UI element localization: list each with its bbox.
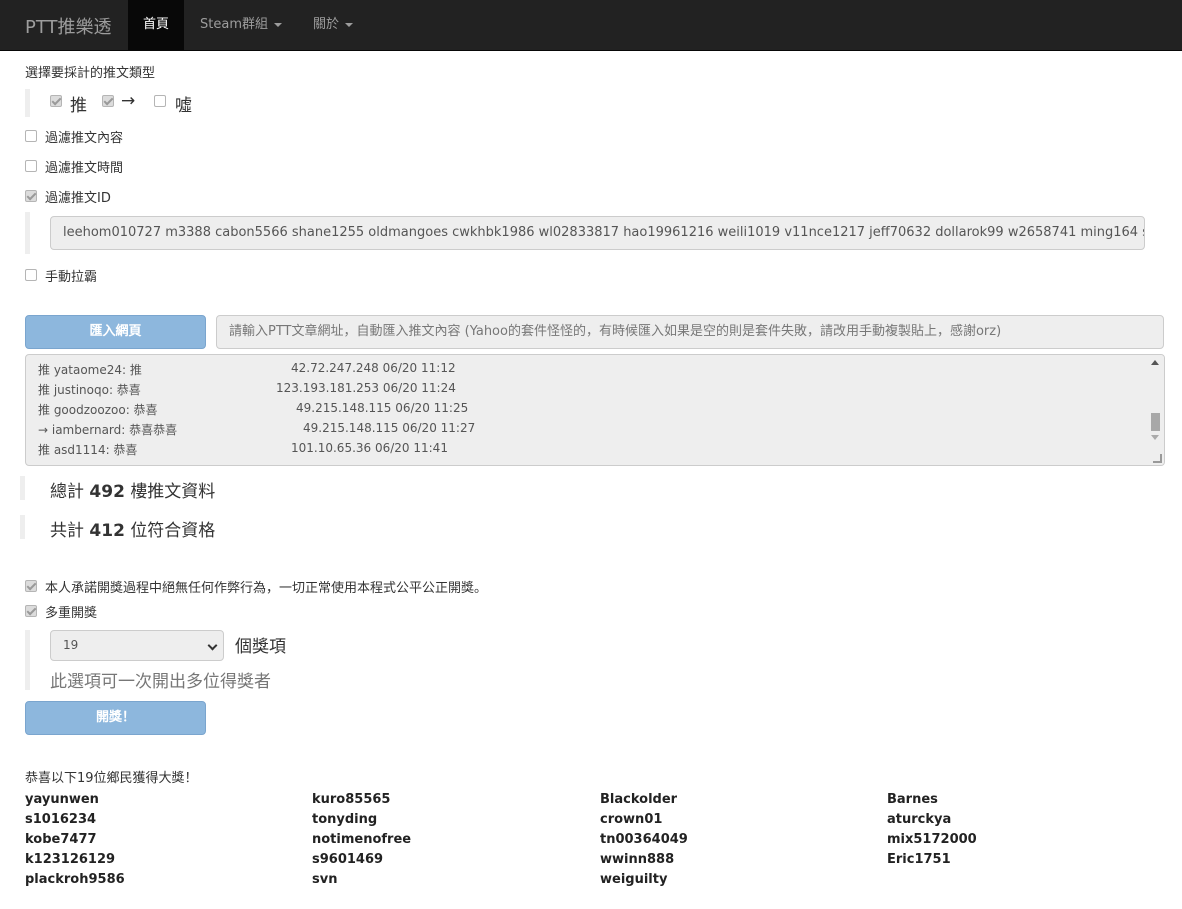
prize-count-select[interactable]: 19	[50, 630, 224, 661]
caret-down-icon	[273, 22, 282, 27]
manual-slot-checkbox[interactable]	[25, 269, 37, 281]
comment-meta: 123.193.181.253 06/20 11:24	[276, 381, 456, 395]
winner-name: s1016234	[25, 812, 97, 827]
draw-button[interactable]: 開獎！	[25, 701, 206, 735]
winner-name: tn00364049	[600, 832, 688, 847]
filter-id-input[interactable]: leehom010727 m3388 cabon5566 shane1255 o…	[50, 216, 1145, 250]
comment-line: 推 yataome24: 推 42.72.247.248 06/20 11:12	[38, 361, 456, 381]
comment-meta: 101.10.65.36 06/20 11:41	[291, 441, 448, 455]
winner-name: notimenofree	[312, 832, 412, 847]
winner-name: crown01	[600, 812, 663, 827]
comment-text: 推 asd1114: 恭喜	[38, 443, 138, 457]
caret-down-icon	[345, 22, 354, 27]
winner-name: wwinn888	[600, 852, 675, 867]
stat-qualified-count: 412	[89, 521, 125, 541]
winner-name: plackroh9586	[25, 872, 125, 887]
nav-home[interactable]: 首頁	[128, 0, 185, 50]
push-type-heading: 選擇要採計的推文類型	[25, 66, 156, 81]
navbar: PTT推樂透 首頁 Steam群組 關於	[0, 0, 1182, 51]
manual-slot-label: 手動拉霸	[45, 270, 98, 285]
stat-total-count: 492	[89, 482, 125, 502]
boo-checkbox[interactable]	[154, 95, 166, 107]
comment-line: → iambernard: 恭喜恭喜 49.215.148.115 06/20 1…	[38, 421, 475, 441]
filter-time-checkbox[interactable]	[25, 160, 37, 172]
winner-name: kuro85565	[312, 792, 391, 807]
winner-name: Barnes	[887, 792, 938, 807]
filter-content-label: 過濾推文內容	[45, 131, 124, 146]
chevron-down-icon	[207, 640, 218, 651]
comment-text: 推 justinoqo: 恭喜	[38, 383, 141, 397]
comment-meta: 42.72.247.248 06/20 11:12	[291, 361, 456, 375]
winner-name: Blackolder	[600, 792, 678, 807]
push-label: 推	[70, 96, 87, 116]
winner-name: yayunwen	[25, 792, 99, 807]
multi-draw-label: 多重開獎	[45, 606, 98, 621]
comment-text: 推 yataome24: 推	[38, 363, 142, 377]
import-page-button[interactable]: 匯入網頁	[25, 315, 206, 349]
arrow-label: →	[121, 91, 136, 111]
push-checkbox[interactable]	[50, 95, 62, 107]
winner-name: tonyding	[312, 812, 378, 827]
filter-time-label: 過濾推文時間	[45, 161, 124, 176]
comment-text: → iambernard: 恭喜恭喜	[38, 423, 178, 437]
comment-text: 推 goodzoozoo: 恭喜	[38, 403, 158, 417]
multi-draw-hint: 此選項可一次開出多位得獎者	[50, 672, 271, 692]
nav-about[interactable]: 關於	[298, 0, 368, 50]
winner-name: aturckya	[887, 812, 952, 827]
winners-heading: 恭喜以下19位鄉民獲得大獎！	[25, 771, 198, 786]
comment-meta: 49.215.148.115 06/20 11:27	[303, 421, 476, 435]
multi-draw-group-bar	[25, 630, 30, 690]
stat-qualified-suffix: 位符合資格	[130, 521, 216, 541]
winner-name: kobe7477	[25, 832, 97, 847]
winner-name: Eric1751	[887, 852, 951, 867]
stat-qualified-bar	[20, 515, 25, 539]
comment-meta: 49.215.148.115 06/20 11:25	[296, 401, 469, 415]
arrow-checkbox[interactable]	[102, 95, 114, 107]
winner-name: k123126129	[25, 852, 116, 867]
stat-qualified-prefix: 共計	[50, 521, 84, 541]
nav-home-label: 首頁	[143, 17, 170, 32]
boo-label: 噓	[175, 96, 192, 116]
stat-total-bar	[20, 476, 25, 500]
url-input[interactable]: 請輸入PTT文章網址，自動匯入推文內容 (Yahoo的套件怪怪的，有時候匯入如果…	[216, 315, 1164, 349]
brand-logo[interactable]: PTT推樂透	[25, 13, 112, 39]
filter-content-checkbox[interactable]	[25, 130, 37, 142]
push-type-group-bar	[25, 89, 30, 117]
comment-line: 推 goodzoozoo: 恭喜 49.215.148.115 06/20 11:…	[38, 401, 468, 421]
pledge-label: 本人承諾開獎過程中絕無任何作弊行為，一切正常使用本程式公平公正開獎。	[45, 581, 488, 596]
winner-name: weiguilty	[600, 872, 668, 887]
comments-scrollbar[interactable]	[1147, 355, 1164, 465]
nav-about-label: 關於	[313, 17, 340, 32]
multi-draw-checkbox[interactable]	[25, 605, 37, 617]
comments-textarea[interactable]: 推 yataome24: 推 42.72.247.248 06/20 11:12 …	[25, 354, 1165, 466]
nav-steam-group-label: Steam群組	[200, 17, 268, 32]
nav-steam-group[interactable]: Steam群組	[185, 0, 297, 50]
winner-name: svn	[312, 872, 338, 887]
comment-line: 推 justinoqo: 恭喜 123.193.181.253 06/20 11:…	[38, 381, 456, 401]
stat-total: 總計 492 樓推文資料	[50, 477, 215, 502]
filter-id-label: 過濾推文ID	[45, 191, 111, 206]
pledge-checkbox[interactable]	[25, 580, 37, 592]
scroll-down-icon[interactable]	[1151, 435, 1159, 440]
stat-qualified: 共計 412 位符合資格	[50, 516, 215, 541]
comment-line: 推 asd1114: 恭喜 101.10.65.36 06/20 11:41	[38, 441, 448, 461]
stat-total-suffix: 樓推文資料	[130, 482, 216, 502]
filter-id-group-bar	[25, 212, 30, 254]
filter-id-checkbox[interactable]	[25, 190, 37, 202]
scroll-up-icon[interactable]	[1151, 360, 1159, 365]
resize-handle-icon[interactable]	[1153, 454, 1162, 463]
prize-count-value: 19	[63, 638, 79, 652]
scroll-thumb[interactable]	[1151, 413, 1160, 431]
winner-name: mix5172000	[887, 832, 977, 847]
prize-unit-label: 個獎項	[235, 637, 286, 657]
winner-name: s9601469	[312, 852, 384, 867]
stat-total-prefix: 總計	[50, 482, 84, 502]
